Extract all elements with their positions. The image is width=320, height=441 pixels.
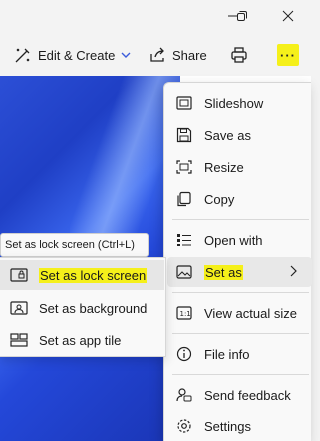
- submenu-item-lock-screen[interactable]: Set as lock screen: [0, 260, 164, 290]
- menu-item-slideshow[interactable]: Slideshow: [167, 88, 312, 118]
- menu-item-resize[interactable]: Resize: [167, 152, 312, 182]
- submenu-item-label: Set as lock screen: [39, 267, 148, 283]
- menu-item-label: Slideshow: [204, 95, 264, 111]
- menu-item-copy[interactable]: Copy: [167, 184, 312, 214]
- save-icon: [175, 126, 193, 144]
- title-bar: [0, 0, 311, 34]
- share-button[interactable]: Share: [148, 42, 207, 68]
- set-as-submenu: Set as lock screen Set as background Set…: [0, 257, 166, 357]
- submenu-item-background[interactable]: Set as background: [0, 293, 164, 323]
- toolbar: Edit & Create Share ···: [0, 34, 311, 76]
- resize-icon: [175, 158, 193, 176]
- chevron-right-icon: [290, 265, 297, 277]
- menu-item-label: File info: [204, 346, 250, 362]
- share-icon: [150, 47, 164, 62]
- share-label: Share: [172, 47, 207, 63]
- menu-separator: [172, 374, 309, 375]
- restore-button[interactable]: [227, 3, 257, 29]
- more-options-menu: Slideshow Save as Resize Copy Open with …: [163, 82, 312, 441]
- menu-item-label: Copy: [204, 191, 235, 207]
- app-tile-icon: [10, 331, 28, 349]
- menu-item-label: Resize: [204, 159, 244, 175]
- submenu-item-app-tile[interactable]: Set as app tile: [0, 325, 164, 355]
- menu-separator: [172, 333, 309, 334]
- submenu-item-label: Set as background: [39, 300, 148, 316]
- menu-item-file-info[interactable]: File info: [167, 339, 312, 369]
- menu-item-set-as[interactable]: Set as: [167, 257, 312, 287]
- background-icon: [10, 299, 28, 317]
- restore-icon: [237, 11, 247, 21]
- more-options-button[interactable]: ···: [277, 44, 299, 66]
- slideshow-icon: [175, 94, 193, 112]
- menu-item-open-with[interactable]: Open with: [167, 225, 312, 255]
- feedback-icon: [175, 386, 193, 404]
- menu-item-label: Open with: [204, 232, 263, 248]
- info-icon: [175, 345, 193, 363]
- chevron-down-icon: [121, 52, 131, 58]
- edit-create-label: Edit & Create: [38, 47, 116, 63]
- menu-item-settings[interactable]: Settings: [167, 411, 312, 441]
- copy-icon: [175, 190, 193, 208]
- printer-icon: [231, 47, 247, 63]
- menu-item-save-as[interactable]: Save as: [167, 120, 312, 150]
- lock-screen-icon: [10, 266, 28, 284]
- print-button[interactable]: [230, 42, 248, 68]
- actual-size-icon: 1:1: [175, 304, 193, 322]
- menu-item-send-feedback[interactable]: Send feedback: [167, 380, 312, 410]
- menu-item-label: Save as: [204, 127, 251, 143]
- menu-item-label: Set as: [204, 264, 243, 280]
- menu-item-label: Settings: [204, 418, 251, 434]
- gear-icon: [175, 417, 193, 435]
- menu-separator: [172, 292, 309, 293]
- submenu-item-label: Set as app tile: [39, 332, 122, 348]
- open-with-icon: [175, 231, 193, 249]
- close-button[interactable]: [273, 3, 303, 29]
- menu-separator: [172, 219, 309, 220]
- menu-item-view-actual-size[interactable]: 1:1 View actual size: [167, 298, 312, 328]
- edit-create-button[interactable]: Edit & Create: [14, 42, 131, 68]
- close-icon: [282, 10, 294, 22]
- menu-item-label: Send feedback: [204, 387, 291, 403]
- svg-text:1:1: 1:1: [180, 310, 191, 318]
- image-icon: [175, 263, 193, 281]
- edit-create-icon: [15, 48, 30, 63]
- tooltip: Set as lock screen (Ctrl+L): [0, 233, 149, 257]
- menu-item-label: View actual size: [204, 305, 297, 321]
